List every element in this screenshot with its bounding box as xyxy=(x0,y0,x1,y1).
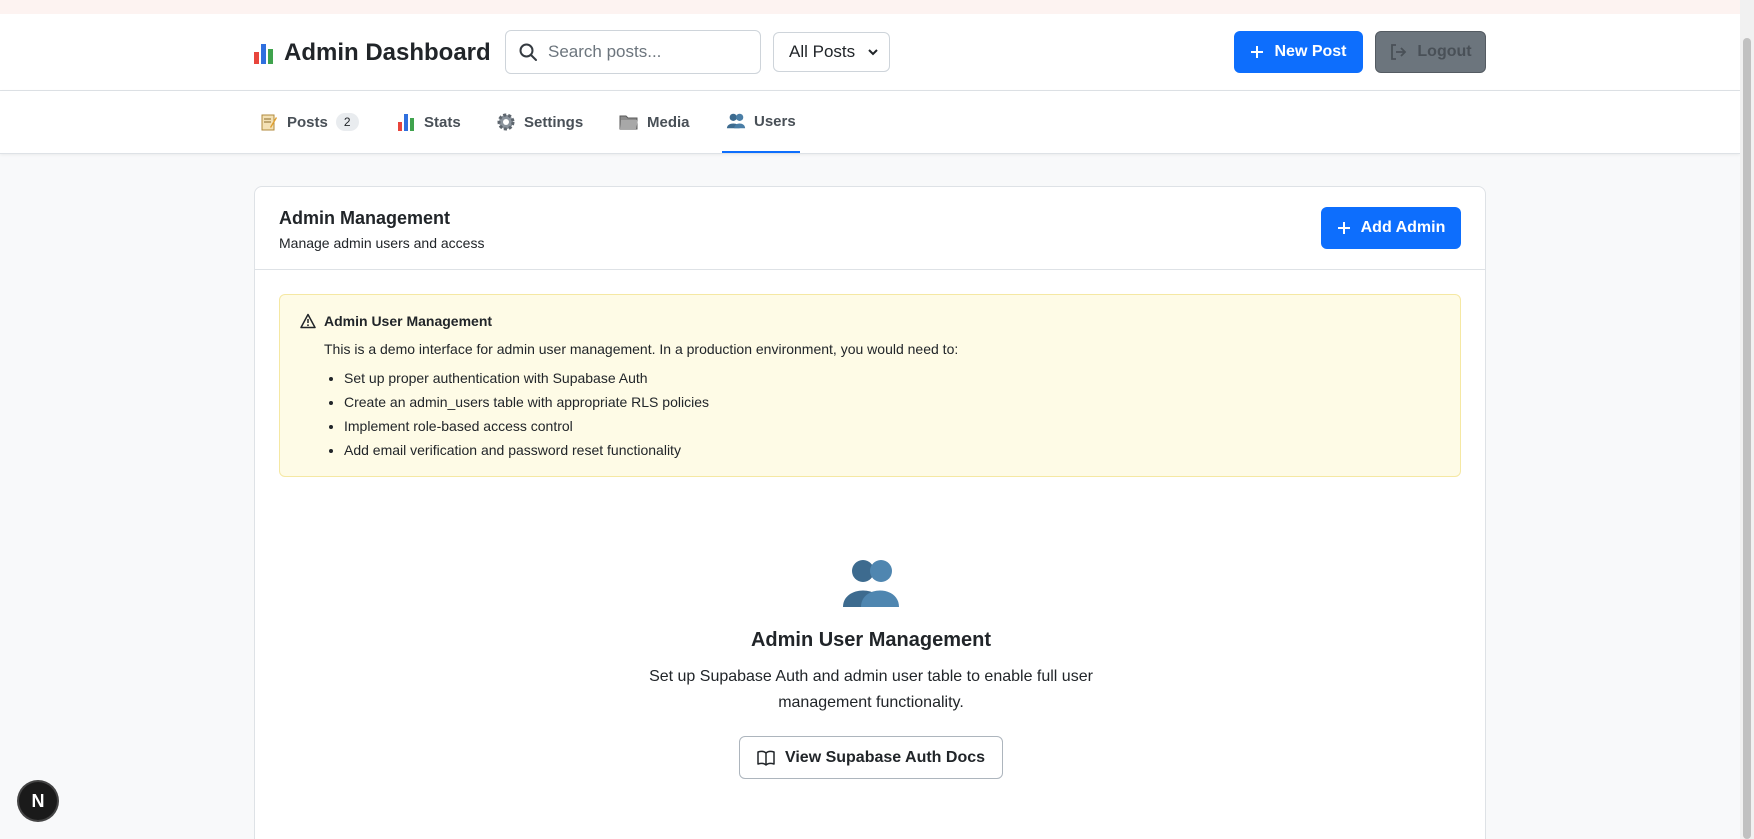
tab-bar: Posts 2 Stats Settings Media Users xyxy=(0,91,1740,154)
new-post-label: New Post xyxy=(1274,43,1347,60)
book-icon xyxy=(757,750,775,766)
memo-icon xyxy=(259,112,279,132)
add-admin-button[interactable]: Add Admin xyxy=(1321,207,1461,249)
top-header: Admin Dashboard All Posts New Post Logou… xyxy=(0,14,1740,91)
add-admin-label: Add Admin xyxy=(1360,219,1446,236)
post-filter-select[interactable]: All Posts xyxy=(773,32,890,72)
logout-label: Logout xyxy=(1417,43,1472,60)
empty-state-description: Set up Supabase Auth and admin user tabl… xyxy=(649,668,1093,711)
scrollbar-thumb[interactable] xyxy=(1743,38,1751,839)
warning-triangle-icon xyxy=(300,313,316,329)
chevron-down-icon xyxy=(868,49,878,56)
logout-button[interactable]: Logout xyxy=(1375,31,1486,73)
list-item: Set up proper authentication with Supaba… xyxy=(344,366,1440,390)
alert-intro: This is a demo interface for admin user … xyxy=(324,341,959,357)
users-icon xyxy=(843,560,899,607)
list-item: Implement role-based access control xyxy=(344,414,1440,438)
alert-list: Set up proper authentication with Supaba… xyxy=(344,366,1440,462)
admin-management-card: Admin Management Manage admin users and … xyxy=(254,186,1486,839)
card-subtitle: Manage admin users and access xyxy=(279,235,485,251)
post-filter-value: All Posts xyxy=(789,42,856,61)
posts-count-badge: 2 xyxy=(335,113,359,131)
tab-label: Posts xyxy=(287,113,328,131)
empty-state-title: Admin User Management xyxy=(750,629,992,651)
plus-icon xyxy=(1337,222,1350,234)
tab-settings[interactable]: Settings xyxy=(496,91,583,153)
bar-chart-icon xyxy=(254,42,276,64)
view-docs-button[interactable]: View Supabase Auth Docs xyxy=(738,736,1004,779)
logout-icon xyxy=(1391,44,1407,60)
alert-title: Admin User Management xyxy=(324,313,493,329)
list-item: Create an admin_users table with appropr… xyxy=(344,390,1440,414)
brand: Admin Dashboard xyxy=(254,38,491,68)
tab-label: Settings xyxy=(524,113,584,131)
tab-label: Users xyxy=(754,112,796,130)
tab-posts[interactable]: Posts 2 xyxy=(259,91,359,153)
warning-alert: Admin User Management This is a demo int… xyxy=(279,294,1461,477)
search-input[interactable] xyxy=(548,42,748,62)
tab-media[interactable]: Media xyxy=(619,91,690,153)
plus-icon xyxy=(1251,46,1264,58)
folder-icon xyxy=(619,112,639,132)
tab-stats[interactable]: Stats xyxy=(396,91,461,153)
card-title: Admin Management xyxy=(279,208,451,228)
card-header: Admin Management Manage admin users and … xyxy=(255,187,1485,270)
gear-icon xyxy=(496,112,516,132)
top-strip xyxy=(0,0,1740,14)
tab-label: Media xyxy=(647,113,690,131)
list-item: Add email verification and password rese… xyxy=(344,438,1440,462)
view-docs-label: View Supabase Auth Docs xyxy=(784,748,986,766)
tab-label: Stats xyxy=(424,113,461,131)
tab-users[interactable]: Users xyxy=(722,91,800,153)
nextjs-dev-badge[interactable]: N xyxy=(19,782,57,820)
page-scrollbar[interactable] xyxy=(1740,0,1754,839)
app-title: Admin Dashboard xyxy=(284,39,491,66)
search-box[interactable] xyxy=(505,30,761,74)
new-post-button[interactable]: New Post xyxy=(1234,31,1363,73)
bar-chart-icon xyxy=(396,112,416,132)
users-icon xyxy=(726,111,746,131)
search-icon xyxy=(519,43,537,61)
empty-state: Admin User Management Set up Supabase Au… xyxy=(255,557,1487,779)
